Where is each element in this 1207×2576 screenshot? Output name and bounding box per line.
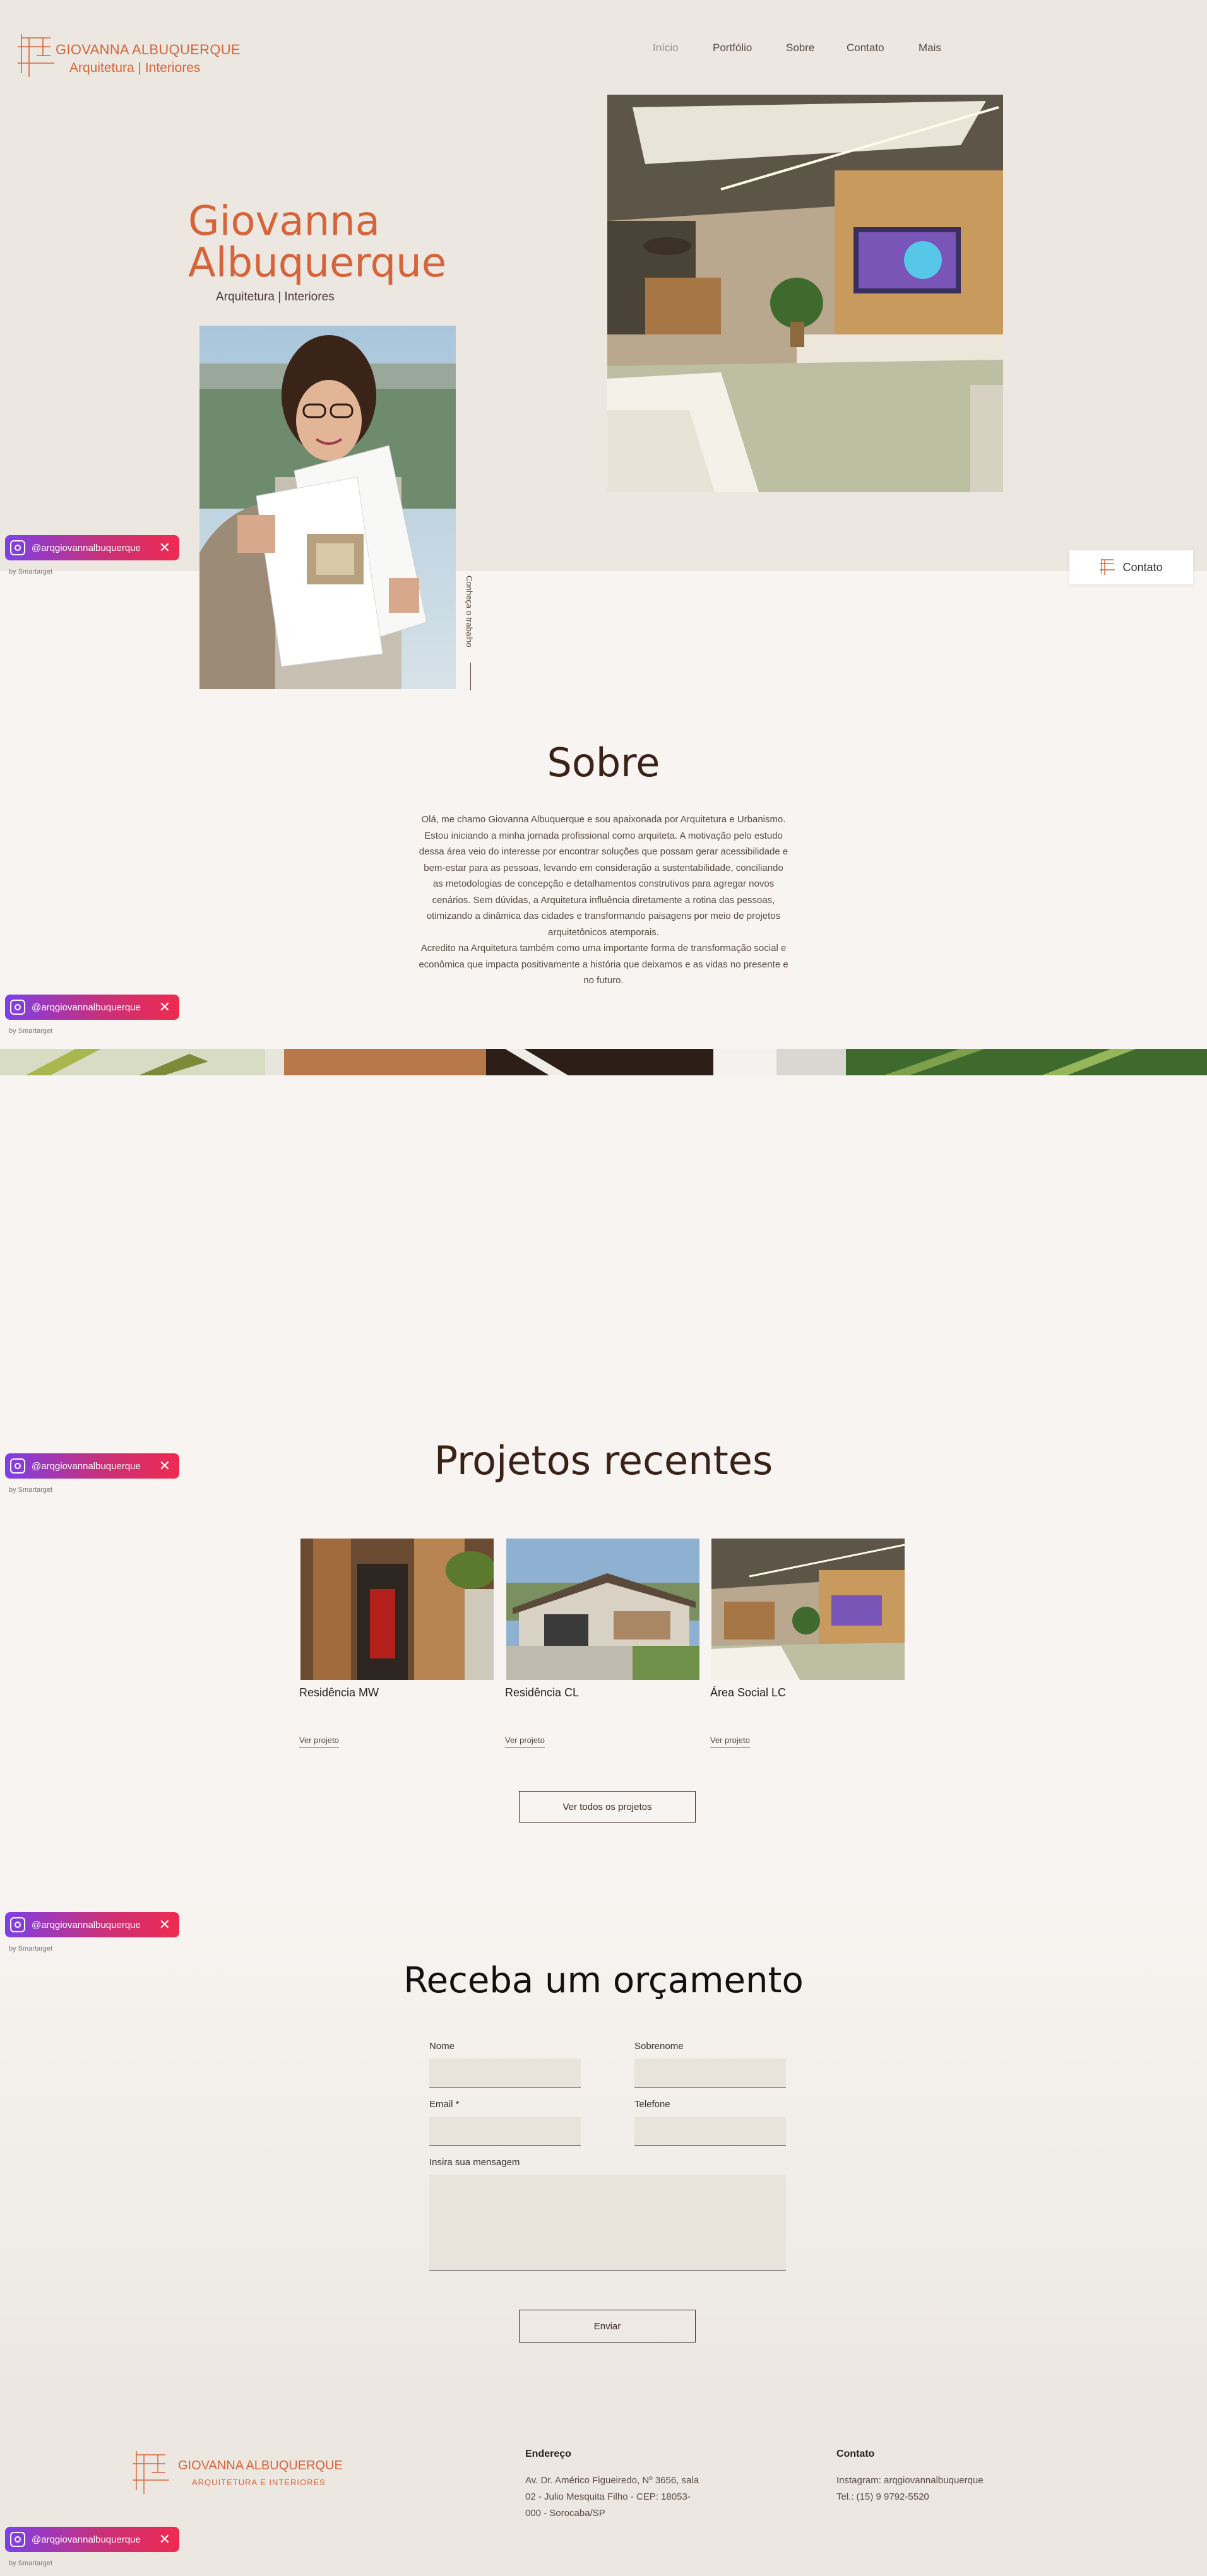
- view-all-projects-button[interactable]: Ver todos os projetos: [519, 1791, 696, 1823]
- project-image-lc[interactable]: [711, 1539, 905, 1680]
- nav-portfolio[interactable]: Portfólio: [713, 42, 752, 54]
- footer-logo-tagline: ARQUITETURA E INTERIORES: [192, 2478, 326, 2487]
- nav-contato[interactable]: Contato: [847, 42, 884, 54]
- logo-mini-icon: [1100, 557, 1115, 578]
- instagram-handle: @arqgiovannalbuquerque: [32, 542, 141, 553]
- close-icon[interactable]: ✕: [159, 2531, 170, 2548]
- logo-tagline[interactable]: Arquitetura | Interiores: [69, 61, 200, 76]
- email-field[interactable]: [429, 2117, 581, 2146]
- footer-instagram[interactable]: Instagram: arqgiovannalbuquerque: [836, 2473, 1026, 2489]
- hero-name: Giovanna Albuquerque: [188, 201, 446, 284]
- logo-title[interactable]: GIOVANNA ALBUQUERQUE: [56, 42, 241, 58]
- sobrenome-field[interactable]: [634, 2059, 786, 2088]
- project-name-lc[interactable]: Área Social LC: [710, 1686, 786, 1699]
- footer-logo-mark-icon: [133, 2449, 169, 2497]
- sobre-text: Olá, me chamo Giovanna Albuquerque e sou…: [418, 812, 789, 989]
- close-icon[interactable]: ✕: [159, 1458, 170, 1474]
- address-line-1: Av. Dr. Américo Figueiredo, Nº 3656, sal…: [525, 2475, 699, 2486]
- hero-section: [0, 0, 1207, 571]
- email-label: Email *: [429, 2099, 460, 2110]
- floating-contact-button[interactable]: Contato: [1069, 550, 1193, 584]
- address-line-3: 000 - Sorocaba/SP: [525, 2508, 605, 2519]
- telefone-label: Telefone: [634, 2099, 670, 2110]
- smartarget-credit[interactable]: by Smartarget: [9, 1945, 52, 1953]
- sobre-paragraph-2: Acredito na Arquitetura também como uma …: [419, 943, 788, 986]
- scroll-line: [470, 663, 471, 690]
- instagram-icon: [10, 1458, 25, 1474]
- nome-label: Nome: [429, 2041, 455, 2052]
- instagram-icon: [10, 1000, 25, 1015]
- portrait-image: [199, 326, 456, 689]
- nav-mais[interactable]: Mais: [919, 42, 941, 54]
- instagram-widget[interactable]: @arqgiovannalbuquerque ✕: [5, 2527, 179, 2552]
- smartarget-credit[interactable]: by Smartarget: [9, 568, 52, 576]
- discover-work-link[interactable]: Conheça o trabalho: [465, 576, 474, 647]
- instagram-handle: @arqgiovannalbuquerque: [32, 1919, 141, 1930]
- close-icon[interactable]: ✕: [159, 1917, 170, 1933]
- footer-endereco-title: Endereço: [525, 2449, 571, 2459]
- instagram-icon: [10, 1917, 25, 1932]
- instagram-icon: [10, 2532, 25, 2547]
- instagram-widget[interactable]: @arqgiovannalbuquerque ✕: [5, 535, 179, 560]
- close-icon[interactable]: ✕: [159, 999, 170, 1015]
- instagram-handle: @arqgiovannalbuquerque: [32, 1001, 141, 1013]
- project-name-mw[interactable]: Residência MW: [299, 1686, 379, 1699]
- project-link-cl[interactable]: Ver projeto: [505, 1735, 545, 1748]
- instagram-widget[interactable]: @arqgiovannalbuquerque ✕: [5, 995, 179, 1020]
- sobre-paragraph-1: Olá, me chamo Giovanna Albuquerque e sou…: [419, 814, 788, 938]
- project-image-mw[interactable]: [300, 1539, 494, 1680]
- nav-inicio[interactable]: Início: [653, 42, 679, 54]
- address-line-2: 02 - Julio Mesquita Filho - CEP: 18053-: [525, 2491, 691, 2502]
- project-name-cl[interactable]: Residência CL: [505, 1686, 579, 1699]
- enviar-button[interactable]: Enviar: [519, 2310, 696, 2343]
- hero-name-last: Albuquerque: [188, 240, 447, 287]
- hero-role: Arquitetura | Interiores: [216, 290, 335, 304]
- sobrenome-label: Sobrenome: [634, 2041, 684, 2052]
- close-icon[interactable]: ✕: [159, 540, 170, 556]
- footer-contato-title: Contato: [836, 2449, 875, 2459]
- instagram-icon: [10, 540, 25, 555]
- projetos-section: [0, 1075, 1207, 1896]
- smartarget-credit[interactable]: by Smartarget: [9, 2560, 52, 2567]
- instagram-widget[interactable]: @arqgiovannalbuquerque ✕: [5, 1453, 179, 1479]
- projetos-title: Projetos recentes: [434, 1438, 773, 1484]
- nav-sobre[interactable]: Sobre: [786, 42, 814, 54]
- nome-field[interactable]: [429, 2059, 581, 2088]
- hero-room-image: [607, 95, 1003, 492]
- mensagem-field[interactable]: [429, 2175, 786, 2271]
- instagram-handle: @arqgiovannalbuquerque: [32, 1460, 141, 1472]
- project-link-lc[interactable]: Ver projeto: [710, 1735, 750, 1748]
- instagram-widget[interactable]: @arqgiovannalbuquerque ✕: [5, 1912, 179, 1937]
- footer-phone[interactable]: Tel.: (15) 9 9792-5520: [836, 2489, 1026, 2505]
- telefone-field[interactable]: [634, 2117, 786, 2146]
- smartarget-credit[interactable]: by Smartarget: [9, 1486, 52, 1494]
- footer-contato: Instagram: arqgiovannalbuquerque Tel.: (…: [836, 2473, 1026, 2505]
- mensagem-label: Insira sua mensagem: [429, 2157, 520, 2168]
- smartarget-credit[interactable]: by Smartarget: [9, 1027, 52, 1035]
- orcamento-title: Receba um orçamento: [403, 1960, 804, 2001]
- floating-contact-label: Contato: [1122, 560, 1163, 574]
- hero-name-first: Giovanna: [188, 198, 380, 245]
- logo-mark-icon[interactable]: [18, 32, 54, 77]
- photo-strip: [0, 1049, 1207, 1075]
- footer-endereco: Av. Dr. Américo Figueiredo, Nº 3656, sal…: [525, 2473, 715, 2522]
- project-link-mw[interactable]: Ver projeto: [299, 1735, 339, 1748]
- footer-logo-title: GIOVANNA ALBUQUERQUE: [178, 2459, 343, 2473]
- instagram-handle: @arqgiovannalbuquerque: [32, 2534, 141, 2545]
- project-image-cl[interactable]: [506, 1539, 699, 1680]
- sobre-title: Sobre: [547, 740, 660, 786]
